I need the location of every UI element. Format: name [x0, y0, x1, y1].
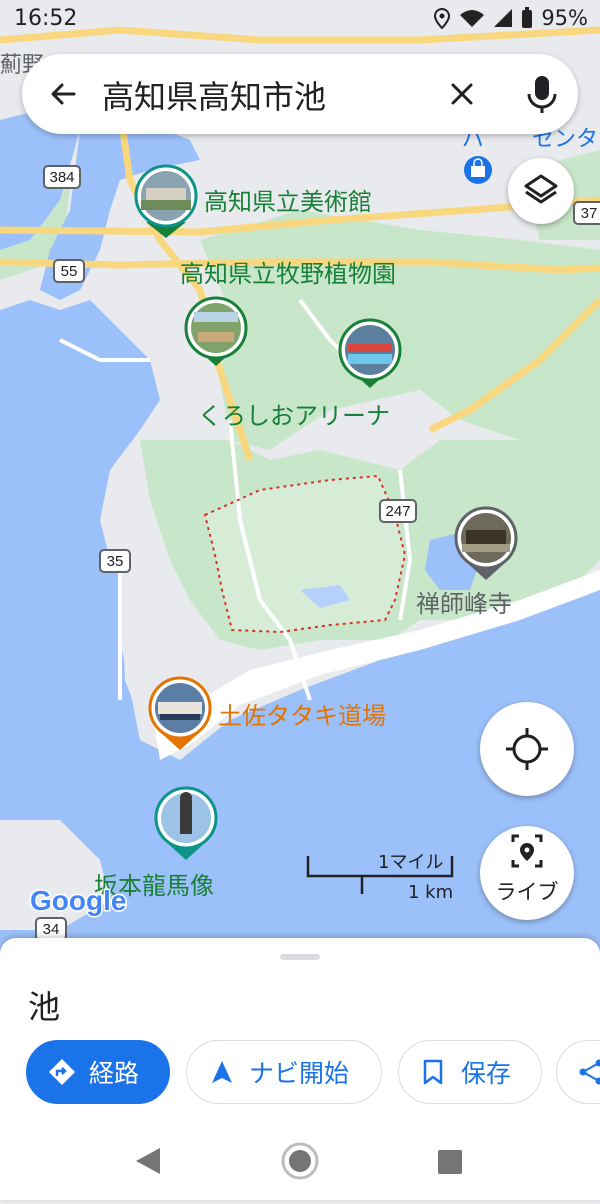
- back-arrow-icon[interactable]: [44, 74, 84, 114]
- place-label[interactable]: 高知県立美術館: [204, 188, 372, 216]
- place-label[interactable]: 土佐タタキ道場: [218, 702, 386, 730]
- layers-button[interactable]: [508, 158, 574, 224]
- close-icon[interactable]: [442, 74, 482, 114]
- system-nav-bar: [0, 1124, 600, 1200]
- road-shield: 55: [54, 260, 84, 282]
- crosshair-icon: [480, 702, 574, 796]
- share-icon: [577, 1058, 600, 1086]
- live-view-label: ライブ: [480, 876, 574, 906]
- shopping-bag-icon[interactable]: [464, 156, 492, 184]
- google-logo: Google: [30, 885, 126, 916]
- directions-icon: [47, 1057, 77, 1087]
- back-nav-icon[interactable]: [136, 1148, 160, 1174]
- road-shield: 247: [380, 500, 416, 522]
- save-button[interactable]: 保存: [398, 1040, 542, 1104]
- svg-text:384: 384: [49, 169, 74, 186]
- location-icon: [433, 7, 451, 29]
- svg-text:37: 37: [581, 205, 598, 222]
- place-label[interactable]: 高知県立牧野植物園: [180, 260, 396, 288]
- svg-text:35: 35: [107, 553, 124, 570]
- status-time: 16:52: [14, 6, 77, 31]
- directions-label: 経路: [89, 1054, 139, 1090]
- signal-icon: [493, 8, 513, 28]
- scale-km: 1 km: [408, 882, 453, 903]
- layers-icon: [508, 158, 574, 224]
- svg-text:55: 55: [61, 263, 78, 280]
- battery-icon: [521, 7, 533, 29]
- wifi-icon: [459, 8, 485, 28]
- road-shield: 384: [44, 166, 80, 188]
- status-bar: 16:52 95%: [0, 0, 600, 40]
- scale-bar: 1マイル 1 km: [300, 846, 460, 906]
- microphone-icon[interactable]: [522, 72, 562, 116]
- place-label[interactable]: くろしおアリーナ: [198, 402, 390, 430]
- live-view-button[interactable]: ライブ: [480, 826, 574, 920]
- start-navigation-button[interactable]: ナビ開始: [186, 1040, 382, 1104]
- svg-text:34: 34: [43, 921, 60, 938]
- road-shield: 34: [36, 918, 66, 940]
- scale-miles: 1マイル: [378, 848, 443, 874]
- sheet-drag-handle[interactable]: [280, 954, 320, 960]
- bookmark-icon: [421, 1058, 445, 1086]
- home-nav-icon[interactable]: [283, 1144, 317, 1178]
- search-bar[interactable]: 高知県高知市池: [22, 54, 578, 134]
- road-shield: 37: [574, 202, 600, 224]
- my-location-button[interactable]: [480, 702, 574, 796]
- search-query[interactable]: 高知県高知市池: [102, 72, 326, 118]
- svg-text:247: 247: [385, 503, 410, 520]
- share-button[interactable]: [556, 1040, 600, 1104]
- place-title: 池: [28, 982, 60, 1028]
- status-icons: 95%: [433, 6, 588, 30]
- recents-nav-icon[interactable]: [438, 1150, 462, 1174]
- save-label: 保存: [461, 1054, 511, 1090]
- battery-percent: 95%: [541, 6, 588, 30]
- road-shield: 35: [100, 550, 130, 572]
- place-label[interactable]: 禅師峰寺: [416, 590, 512, 618]
- navigation-arrow-icon: [209, 1059, 235, 1085]
- start-navigation-label: ナビ開始: [249, 1054, 349, 1090]
- live-view-icon: [480, 826, 574, 876]
- directions-button[interactable]: 経路: [26, 1040, 170, 1104]
